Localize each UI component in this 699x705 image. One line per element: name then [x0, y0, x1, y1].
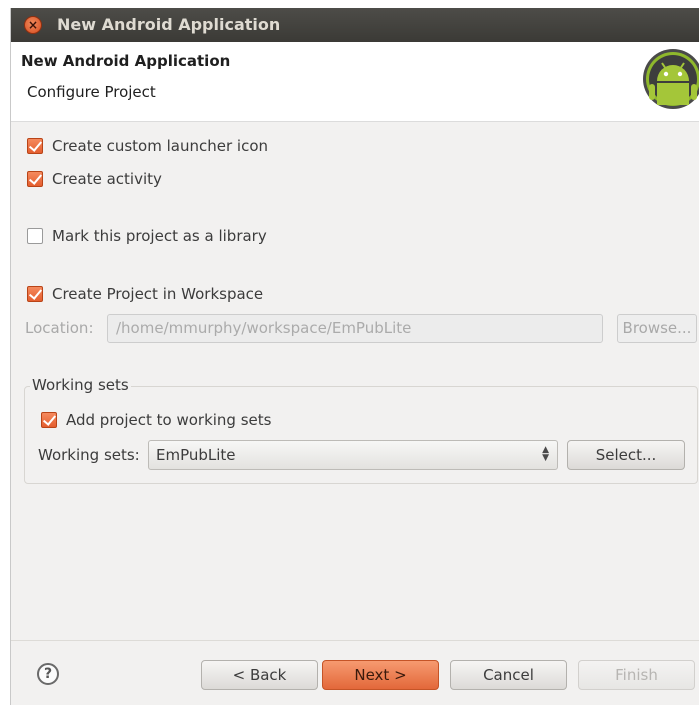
back-button[interactable]: < Back — [201, 660, 318, 690]
location-field: /home/mmurphy/workspace/EmPubLite — [107, 314, 603, 343]
launcher-icon-option[interactable]: Create custom launcher icon — [27, 137, 268, 155]
workspace-label: Create Project in Workspace — [52, 285, 264, 303]
add-to-working-sets-option[interactable]: Add project to working sets — [41, 411, 271, 429]
close-icon[interactable]: × — [24, 16, 42, 34]
working-sets-selected: EmPubLite — [156, 446, 236, 464]
library-checkbox[interactable] — [27, 228, 43, 244]
combo-arrows-icon: ▲ ▼ — [542, 445, 549, 463]
dialog-window: × New Android Application New Android Ap… — [10, 8, 699, 705]
wizard-header: New Android Application Configure Projec… — [11, 42, 699, 122]
workspace-checkbox[interactable] — [27, 286, 43, 302]
activity-option[interactable]: Create activity — [27, 170, 162, 188]
title-bar: × New Android Application — [11, 8, 699, 42]
library-label: Mark this project as a library — [52, 227, 267, 245]
add-to-working-sets-label: Add project to working sets — [66, 411, 272, 429]
cancel-button[interactable]: Cancel — [450, 660, 567, 690]
working-sets-field-label: Working sets: — [38, 446, 140, 464]
add-to-working-sets-checkbox[interactable] — [41, 412, 57, 428]
page-title: New Android Application — [21, 52, 231, 70]
select-working-sets-button[interactable]: Select... — [567, 440, 685, 470]
working-sets-combo[interactable]: EmPubLite ▲ ▼ — [148, 440, 558, 470]
activity-checkbox[interactable] — [27, 171, 43, 187]
activity-label: Create activity — [52, 170, 162, 188]
location-label: Location: — [25, 319, 94, 337]
window-title: New Android Application — [57, 15, 281, 34]
finish-button: Finish — [578, 660, 695, 690]
next-button[interactable]: Next > — [322, 660, 439, 690]
footer-divider — [11, 640, 699, 641]
working-sets-legend: Working sets — [30, 376, 131, 394]
launcher-icon-label: Create custom launcher icon — [52, 137, 269, 155]
browse-button: Browse... — [617, 314, 697, 343]
help-icon[interactable]: ? — [37, 663, 59, 685]
android-logo-icon — [643, 49, 699, 109]
page-subtitle: Configure Project — [27, 83, 156, 101]
library-option[interactable]: Mark this project as a library — [27, 227, 267, 245]
workspace-option[interactable]: Create Project in Workspace — [27, 285, 263, 303]
launcher-icon-checkbox[interactable] — [27, 138, 43, 154]
